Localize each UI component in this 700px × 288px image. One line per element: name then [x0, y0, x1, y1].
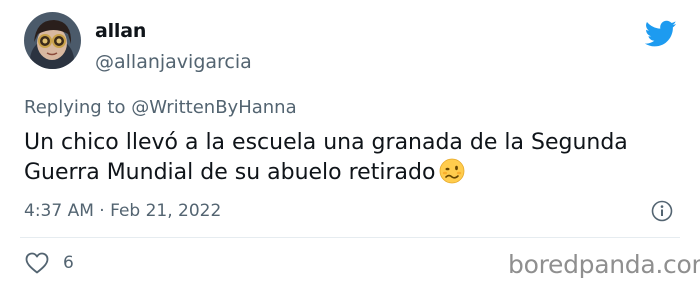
- divider: [20, 237, 680, 238]
- display-name[interactable]: allan: [95, 20, 146, 42]
- meta-separator: ·: [99, 201, 105, 221]
- like-count: 6: [63, 253, 74, 273]
- user-handle[interactable]: @allanjavigarcia: [95, 51, 252, 73]
- avatar[interactable]: [24, 12, 81, 69]
- woozy-face-emoji-icon: [439, 158, 465, 184]
- tweet-text: Un chico llevó a la escuela una granada …: [24, 128, 684, 188]
- boredpanda-watermark: boredpanda.com: [508, 250, 700, 279]
- heart-icon[interactable]: [25, 252, 49, 274]
- info-icon[interactable]: [651, 200, 673, 222]
- tweet-timestamp[interactable]: 4:37 AM · Feb 21, 2022: [24, 201, 221, 221]
- twitter-bird-icon[interactable]: [644, 20, 677, 48]
- tweet-time: 4:37 AM: [24, 201, 94, 221]
- tweet-body: Un chico llevó a la escuela una granada …: [24, 130, 628, 185]
- replying-to-mention[interactable]: @WrittenByHanna: [131, 97, 296, 118]
- replying-prefix: Replying to: [24, 97, 126, 118]
- tweet-date: Feb 21, 2022: [110, 201, 222, 221]
- replying-to: Replying to @WrittenByHanna: [24, 97, 297, 118]
